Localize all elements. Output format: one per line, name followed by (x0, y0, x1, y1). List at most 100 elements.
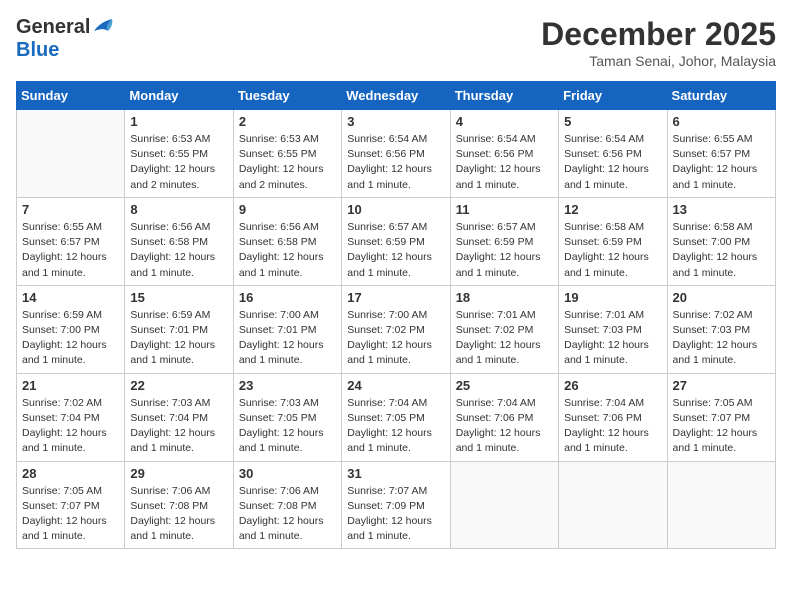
day-number: 11 (456, 202, 553, 217)
logo-blue: Blue (16, 39, 59, 61)
day-number: 19 (564, 290, 661, 305)
day-detail: Sunrise: 6:57 AM Sunset: 6:59 PM Dayligh… (347, 220, 444, 281)
day-detail: Sunrise: 7:02 AM Sunset: 7:04 PM Dayligh… (22, 396, 119, 457)
calendar-cell: 7Sunrise: 6:55 AM Sunset: 6:57 PM Daylig… (17, 197, 125, 285)
calendar-cell: 30 Sunrise: 7:06 AM Sunset: 7:08 PM Dayli… (233, 461, 341, 549)
day-header-wednesday: Wednesday (342, 82, 450, 110)
logo: General Blue (16, 16, 114, 62)
calendar-cell: 1Sunrise: 6:53 AM Sunset: 6:55 PM Daylig… (125, 110, 233, 198)
day-detail: Sunrise: 7:04 AM Sunset: 7:06 PM Dayligh… (456, 396, 553, 457)
calendar-cell: 3 Sunrise: 6:54 AM Sunset: 6:56 PM Daylig… (342, 110, 450, 198)
day-number: 16 (239, 290, 336, 305)
day-number: 23 (239, 378, 336, 393)
day-header-friday: Friday (559, 82, 667, 110)
calendar-cell: 17Sunrise: 7:00 AM Sunset: 7:02 PM Dayli… (342, 285, 450, 373)
calendar-cell: 2Sunrise: 6:53 AM Sunset: 6:55 PM Daylig… (233, 110, 341, 198)
day-detail: Sunrise: 7:01 AM Sunset: 7:03 PM Dayligh… (564, 308, 661, 369)
calendar-cell (667, 461, 775, 549)
day-detail: Sunrise: 6:54 AM Sunset: 6:56 PM Dayligh… (564, 132, 661, 193)
calendar-cell (559, 461, 667, 549)
day-detail: Sunrise: 7:05 AM Sunset: 7:07 PM Dayligh… (673, 396, 770, 457)
calendar-week-2: 7Sunrise: 6:55 AM Sunset: 6:57 PM Daylig… (17, 197, 776, 285)
calendar-cell: 28 Sunrise: 7:05 AM Sunset: 7:07 PM Dayli… (17, 461, 125, 549)
day-header-saturday: Saturday (667, 82, 775, 110)
calendar-cell: 24 Sunrise: 7:04 AM Sunset: 7:05 PM Dayli… (342, 373, 450, 461)
day-number: 8 (130, 202, 227, 217)
day-detail: Sunrise: 7:04 AM Sunset: 7:05 PM Dayligh… (347, 396, 444, 457)
day-detail: Sunrise: 7:06 AM Sunset: 7:08 PM Dayligh… (130, 484, 227, 545)
calendar-cell (450, 461, 558, 549)
calendar-cell: 31Sunrise: 7:07 AM Sunset: 7:09 PM Dayli… (342, 461, 450, 549)
day-detail: Sunrise: 6:55 AM Sunset: 6:57 PM Dayligh… (22, 220, 119, 281)
calendar-table: SundayMondayTuesdayWednesdayThursdayFrid… (16, 81, 776, 549)
day-number: 18 (456, 290, 553, 305)
calendar-week-3: 14 Sunrise: 6:59 AM Sunset: 7:00 PM Dayli… (17, 285, 776, 373)
calendar-cell: 9 Sunrise: 6:56 AM Sunset: 6:58 PM Daylig… (233, 197, 341, 285)
location: Taman Senai, Johor, Malaysia (541, 53, 776, 69)
logo-general: General (16, 16, 90, 39)
calendar-cell: 15 Sunrise: 6:59 AM Sunset: 7:01 PM Dayli… (125, 285, 233, 373)
calendar-cell: 10 Sunrise: 6:57 AM Sunset: 6:59 PM Dayli… (342, 197, 450, 285)
day-number: 14 (22, 290, 119, 305)
day-number: 26 (564, 378, 661, 393)
day-detail: Sunrise: 7:04 AM Sunset: 7:06 PM Dayligh… (564, 396, 661, 457)
day-number: 4 (456, 114, 553, 129)
day-header-monday: Monday (125, 82, 233, 110)
calendar-cell: 8 Sunrise: 6:56 AM Sunset: 6:58 PM Daylig… (125, 197, 233, 285)
day-number: 20 (673, 290, 770, 305)
day-detail: Sunrise: 6:53 AM Sunset: 6:55 PM Dayligh… (130, 132, 227, 193)
day-number: 24 (347, 378, 444, 393)
day-detail: Sunrise: 6:57 AM Sunset: 6:59 PM Dayligh… (456, 220, 553, 281)
day-number: 9 (239, 202, 336, 217)
calendar-cell: 29 Sunrise: 7:06 AM Sunset: 7:08 PM Dayli… (125, 461, 233, 549)
day-detail: Sunrise: 7:07 AM Sunset: 7:09 PM Dayligh… (347, 484, 444, 545)
calendar-cell: 25 Sunrise: 7:04 AM Sunset: 7:06 PM Dayli… (450, 373, 558, 461)
day-detail: Sunrise: 7:01 AM Sunset: 7:02 PM Dayligh… (456, 308, 553, 369)
day-number: 29 (130, 466, 227, 481)
day-number: 12 (564, 202, 661, 217)
calendar-cell: 22Sunrise: 7:03 AM Sunset: 7:04 PM Dayli… (125, 373, 233, 461)
day-detail: Sunrise: 7:00 AM Sunset: 7:01 PM Dayligh… (239, 308, 336, 369)
calendar-week-5: 28 Sunrise: 7:05 AM Sunset: 7:07 PM Dayli… (17, 461, 776, 549)
day-number: 3 (347, 114, 444, 129)
day-number: 28 (22, 466, 119, 481)
day-detail: Sunrise: 6:56 AM Sunset: 6:58 PM Dayligh… (130, 220, 227, 281)
day-detail: Sunrise: 6:55 AM Sunset: 6:57 PM Dayligh… (673, 132, 770, 193)
calendar-cell: 5 Sunrise: 6:54 AM Sunset: 6:56 PM Daylig… (559, 110, 667, 198)
calendar-cell: 26 Sunrise: 7:04 AM Sunset: 7:06 PM Dayli… (559, 373, 667, 461)
calendar-week-4: 21 Sunrise: 7:02 AM Sunset: 7:04 PM Dayli… (17, 373, 776, 461)
calendar-cell: 16 Sunrise: 7:00 AM Sunset: 7:01 PM Dayli… (233, 285, 341, 373)
day-detail: Sunrise: 6:54 AM Sunset: 6:56 PM Dayligh… (347, 132, 444, 193)
day-number: 27 (673, 378, 770, 393)
day-header-thursday: Thursday (450, 82, 558, 110)
day-detail: Sunrise: 6:59 AM Sunset: 7:00 PM Dayligh… (22, 308, 119, 369)
day-number: 5 (564, 114, 661, 129)
calendar-cell: 23 Sunrise: 7:03 AM Sunset: 7:05 PM Dayli… (233, 373, 341, 461)
calendar-cell: 18 Sunrise: 7:01 AM Sunset: 7:02 PM Dayli… (450, 285, 558, 373)
day-number: 21 (22, 378, 119, 393)
day-number: 25 (456, 378, 553, 393)
calendar-cell: 20Sunrise: 7:02 AM Sunset: 7:03 PM Dayli… (667, 285, 775, 373)
day-number: 30 (239, 466, 336, 481)
day-header-tuesday: Tuesday (233, 82, 341, 110)
day-number: 17 (347, 290, 444, 305)
day-detail: Sunrise: 7:03 AM Sunset: 7:04 PM Dayligh… (130, 396, 227, 457)
day-detail: Sunrise: 6:56 AM Sunset: 6:58 PM Dayligh… (239, 220, 336, 281)
day-detail: Sunrise: 7:03 AM Sunset: 7:05 PM Dayligh… (239, 396, 336, 457)
calendar-cell: 6Sunrise: 6:55 AM Sunset: 6:57 PM Daylig… (667, 110, 775, 198)
calendar-cell: 12Sunrise: 6:58 AM Sunset: 6:59 PM Dayli… (559, 197, 667, 285)
calendar-cell: 21 Sunrise: 7:02 AM Sunset: 7:04 PM Dayli… (17, 373, 125, 461)
calendar-cell: 11 Sunrise: 6:57 AM Sunset: 6:59 PM Dayli… (450, 197, 558, 285)
calendar-cell: 13 Sunrise: 6:58 AM Sunset: 7:00 PM Dayli… (667, 197, 775, 285)
calendar-cell: 14 Sunrise: 6:59 AM Sunset: 7:00 PM Dayli… (17, 285, 125, 373)
day-detail: Sunrise: 7:05 AM Sunset: 7:07 PM Dayligh… (22, 484, 119, 545)
day-number: 10 (347, 202, 444, 217)
day-detail: Sunrise: 6:58 AM Sunset: 7:00 PM Dayligh… (673, 220, 770, 281)
day-detail: Sunrise: 7:06 AM Sunset: 7:08 PM Dayligh… (239, 484, 336, 545)
day-number: 15 (130, 290, 227, 305)
day-number: 13 (673, 202, 770, 217)
calendar-week-1: 1Sunrise: 6:53 AM Sunset: 6:55 PM Daylig… (17, 110, 776, 198)
day-detail: Sunrise: 6:59 AM Sunset: 7:01 PM Dayligh… (130, 308, 227, 369)
logo-bird-icon (92, 17, 114, 35)
title-area: December 2025 Taman Senai, Johor, Malays… (541, 16, 776, 69)
